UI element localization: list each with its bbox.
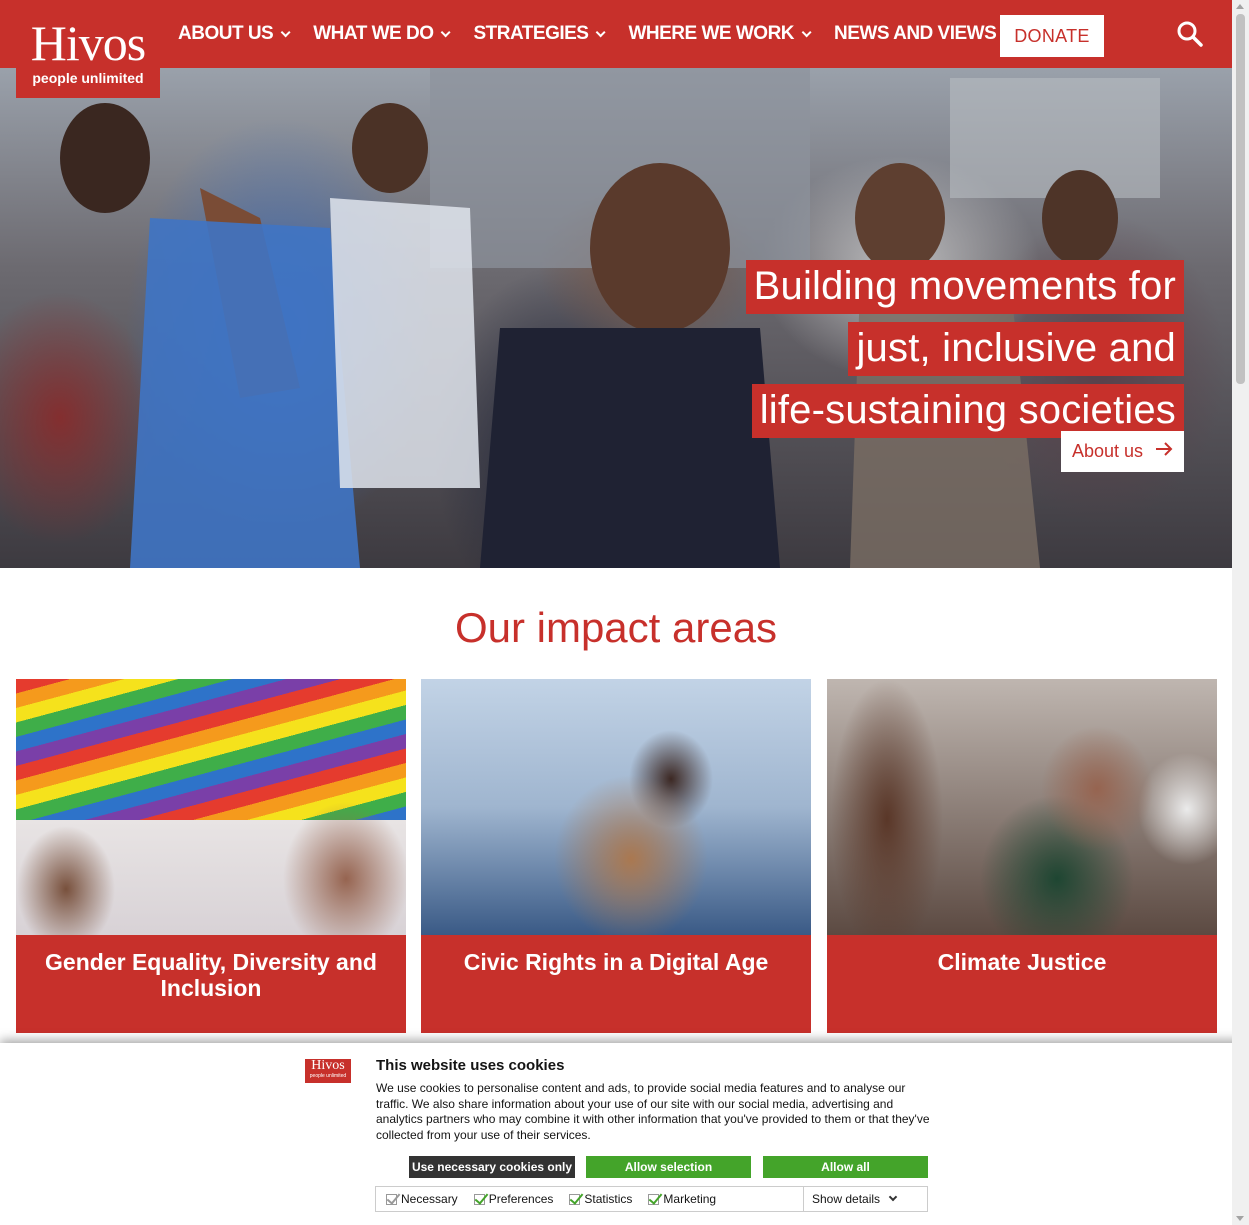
nav-item-news-and-views[interactable]: NEWS AND VIEWS xyxy=(834,23,1014,45)
hero-headline-line: just, inclusive and xyxy=(848,322,1184,376)
cookie-banner-text: We use cookies to personalise content an… xyxy=(376,1081,930,1142)
chevron-down-icon xyxy=(801,26,812,37)
cookie-preferences-bar: Necessary Preferences Statistics Marketi… xyxy=(375,1186,928,1212)
about-us-button[interactable]: About us xyxy=(1061,431,1184,472)
about-us-button-label: About us xyxy=(1071,441,1144,461)
impact-card-image xyxy=(421,679,811,935)
chevron-down-icon xyxy=(596,26,607,37)
impact-card-image xyxy=(16,679,406,935)
arrow-right-icon xyxy=(1155,440,1173,463)
scroll-down-arrow-icon[interactable] xyxy=(1236,1216,1244,1221)
checkbox-marketing[interactable]: Marketing xyxy=(648,1192,716,1206)
checkbox-preferences[interactable]: Preferences xyxy=(473,1192,554,1206)
cookie-banner-title: This website uses cookies xyxy=(376,1057,565,1074)
checkbox-checked-icon xyxy=(648,1193,660,1205)
nav-item-label: ABOUT US xyxy=(178,23,274,44)
cookie-banner-logo: Hivos people unlimited xyxy=(305,1059,351,1083)
main-menu: ABOUT US WHAT WE DO STRATEGIES WHERE WE … xyxy=(178,0,1036,68)
chevron-down-icon xyxy=(441,26,452,37)
nav-item-strategies[interactable]: STRATEGIES xyxy=(473,23,607,45)
checkbox-label: Marketing xyxy=(663,1192,717,1206)
logo-wordmark: Hivos xyxy=(30,15,146,71)
chevron-down-icon xyxy=(280,26,291,37)
nav-item-label: WHERE WE WORK xyxy=(628,23,795,44)
scrollbar-thumb[interactable] xyxy=(1236,14,1245,384)
checkbox-necessary: Necessary xyxy=(386,1192,458,1206)
nav-item-label: NEWS AND VIEWS xyxy=(834,23,997,44)
checkbox-checked-icon xyxy=(386,1193,397,1205)
impact-card-civic-rights[interactable]: Civic Rights in a Digital Age xyxy=(421,679,811,1033)
top-navigation: Hivos people unlimited ABOUT US WHAT WE … xyxy=(0,0,1232,98)
page-scrollbar[interactable] xyxy=(1232,0,1249,1225)
allow-selection-button[interactable]: Allow selection xyxy=(586,1156,751,1178)
impact-section-title: Our impact areas xyxy=(454,604,778,651)
checkbox-label: Preferences xyxy=(488,1192,554,1206)
checkbox-checked-icon xyxy=(473,1193,485,1205)
checkbox-label: Necessary xyxy=(401,1192,458,1206)
checkbox-checked-icon xyxy=(569,1193,581,1205)
checkbox-statistics[interactable]: Statistics xyxy=(569,1192,632,1206)
cookie-logo-wordmark: Hivos xyxy=(311,1058,345,1073)
show-details-toggle[interactable]: Show details xyxy=(803,1187,928,1211)
logo-tagline: people unlimited xyxy=(32,70,144,86)
allow-all-button[interactable]: Allow all xyxy=(763,1156,928,1178)
hero-banner: Building movements for just, inclusive a… xyxy=(0,68,1232,568)
nav-item-what-we-do[interactable]: WHAT WE DO xyxy=(313,23,452,45)
impact-card-gender-equality[interactable]: Gender Equality, Diversity and Inclusion xyxy=(16,679,406,1033)
impact-card-climate-justice[interactable]: Climate Justice xyxy=(827,679,1217,1033)
show-details-label: Show details xyxy=(812,1192,881,1206)
nav-item-label: WHAT WE DO xyxy=(313,23,434,44)
scroll-up-arrow-icon[interactable] xyxy=(1236,4,1244,9)
hero-headline: Building movements for just, inclusive a… xyxy=(745,260,1184,446)
impact-card-label: Gender Equality, Diversity and Inclusion xyxy=(45,949,377,1001)
cookie-logo-tagline: people unlimited xyxy=(309,1073,347,1079)
chevron-down-icon xyxy=(888,1192,898,1202)
impact-card-label: Climate Justice xyxy=(937,949,1107,975)
nav-item-label: STRATEGIES xyxy=(473,23,589,44)
search-icon[interactable] xyxy=(1176,20,1204,48)
donate-button[interactable]: DONATE xyxy=(1000,15,1104,57)
nav-item-where-we-work[interactable]: WHERE WE WORK xyxy=(628,23,812,45)
impact-card-label: Civic Rights in a Digital Age xyxy=(463,949,769,975)
cookie-consent-banner: Hivos people unlimited This website uses… xyxy=(0,1043,1249,1225)
impact-card-image xyxy=(827,679,1217,935)
hero-headline-line: Building movements for xyxy=(745,260,1184,314)
use-necessary-cookies-button[interactable]: Use necessary cookies only xyxy=(409,1156,575,1178)
hivos-logo[interactable]: Hivos people unlimited xyxy=(16,0,160,98)
checkbox-label: Statistics xyxy=(584,1192,633,1206)
nav-item-about-us[interactable]: ABOUT US xyxy=(178,23,291,45)
hero-headline-line: life-sustaining societies xyxy=(751,384,1184,438)
